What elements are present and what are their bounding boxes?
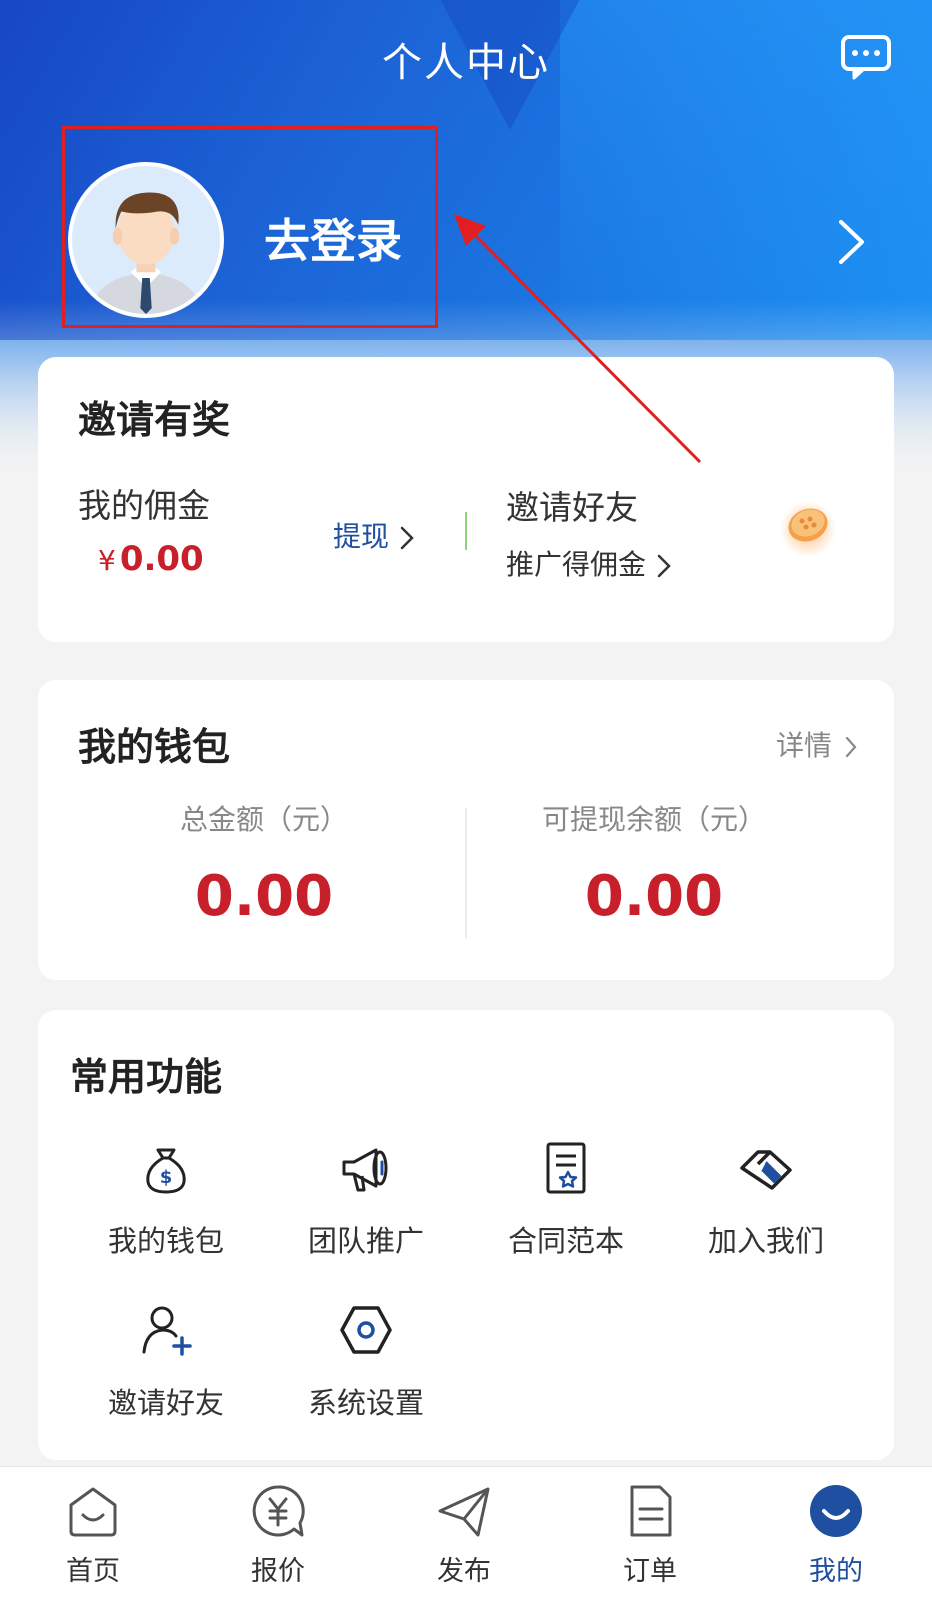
divider [465,512,467,550]
profile-icon [810,1485,862,1537]
invite-title: 邀请有奖 [78,398,231,442]
func-invite-friends[interactable]: 邀请好友 [66,1300,266,1422]
chevron-right-icon [845,736,857,758]
func-system-settings[interactable]: 系统设置 [266,1300,466,1422]
func-contract-template[interactable]: 合同范本 [466,1138,666,1260]
func-label: 系统设置 [307,1386,424,1420]
total-amount-value: 0.00 [194,864,334,929]
withdrawable-amount-value: 0.00 [584,864,724,929]
page-title: 个人中心 [382,40,550,86]
func-my-wallet[interactable]: $ 我的钱包 [66,1138,266,1260]
nav-label: 订单 [623,1556,677,1587]
order-icon [630,1485,672,1537]
nav-item-orders[interactable]: 订单 [590,1481,710,1588]
nav-label: 报价 [251,1556,305,1587]
func-label: 合同范本 [507,1224,624,1258]
nav-label: 我的 [809,1556,863,1587]
invite-friends-label: 邀请好友 [506,488,638,527]
chevron-right-icon [657,554,671,578]
nav-item-publish[interactable]: 发布 [404,1481,524,1588]
func-label: 团队推广 [307,1224,424,1258]
add-user-icon [142,1306,192,1356]
func-label: 加入我们 [707,1224,824,1258]
total-amount-stat: 总金额（元） 0.00 [64,798,464,929]
home-icon [69,1487,117,1537]
chevron-right-icon [400,526,414,550]
settings-hex-icon [340,1306,392,1354]
nav-label: 发布 [437,1556,491,1587]
withdrawable-amount-label: 可提现余额（元） [541,803,766,836]
bottom-nav: 首页 报价 发布 订单 我的 [0,1466,932,1598]
functions-title: 常用功能 [70,1055,223,1099]
withdraw-label: 提现 [333,520,390,553]
common-functions-card: 常用功能 $ 我的钱包 团队推广 合同范本 加入我们 邀请好友 系统设置 [38,1010,894,1460]
commission-label: 我的佣金 [78,486,210,525]
commission-value: ¥0.00 [98,539,204,579]
promo-link[interactable]: 推广得佣金 [506,543,672,583]
contract-icon [546,1142,586,1194]
nav-label: 首页 [66,1556,120,1587]
withdrawable-amount-stat: 可提现余额（元） 0.00 [454,798,854,929]
total-amount-label: 总金额（元） [179,803,348,836]
nav-item-mine[interactable]: 我的 [776,1481,896,1588]
nav-item-quote[interactable]: 报价 [218,1481,338,1588]
wallet-details-link[interactable]: 详情 [776,724,858,764]
message-icon[interactable] [840,34,892,80]
money-bag-icon: $ [146,1148,186,1194]
wallet-title: 我的钱包 [78,725,231,769]
svg-text:$: $ [160,1167,173,1188]
nav-item-home[interactable]: 首页 [33,1481,153,1588]
quote-icon [252,1485,305,1537]
handshake-icon [740,1150,792,1190]
details-label: 详情 [775,729,832,762]
func-team-promo[interactable]: 团队推广 [266,1138,466,1260]
megaphone-icon [342,1148,388,1192]
func-join-us[interactable]: 加入我们 [666,1138,866,1260]
highlight-box [62,126,438,328]
currency-symbol: ¥ [98,544,116,577]
commission-amount: 0.00 [119,539,204,579]
wallet-card: 我的钱包 详情 总金额（元） 0.00 可提现余额（元） 0.00 [38,680,894,980]
chevron-right-icon[interactable] [836,218,866,266]
coin-icon [780,501,836,557]
func-label: 我的钱包 [107,1224,224,1258]
func-label: 邀请好友 [107,1386,224,1420]
send-icon [438,1487,490,1537]
withdraw-link[interactable]: 提现 [333,515,415,555]
annotation-arrow [454,214,702,464]
promo-label: 推广得佣金 [506,548,647,581]
